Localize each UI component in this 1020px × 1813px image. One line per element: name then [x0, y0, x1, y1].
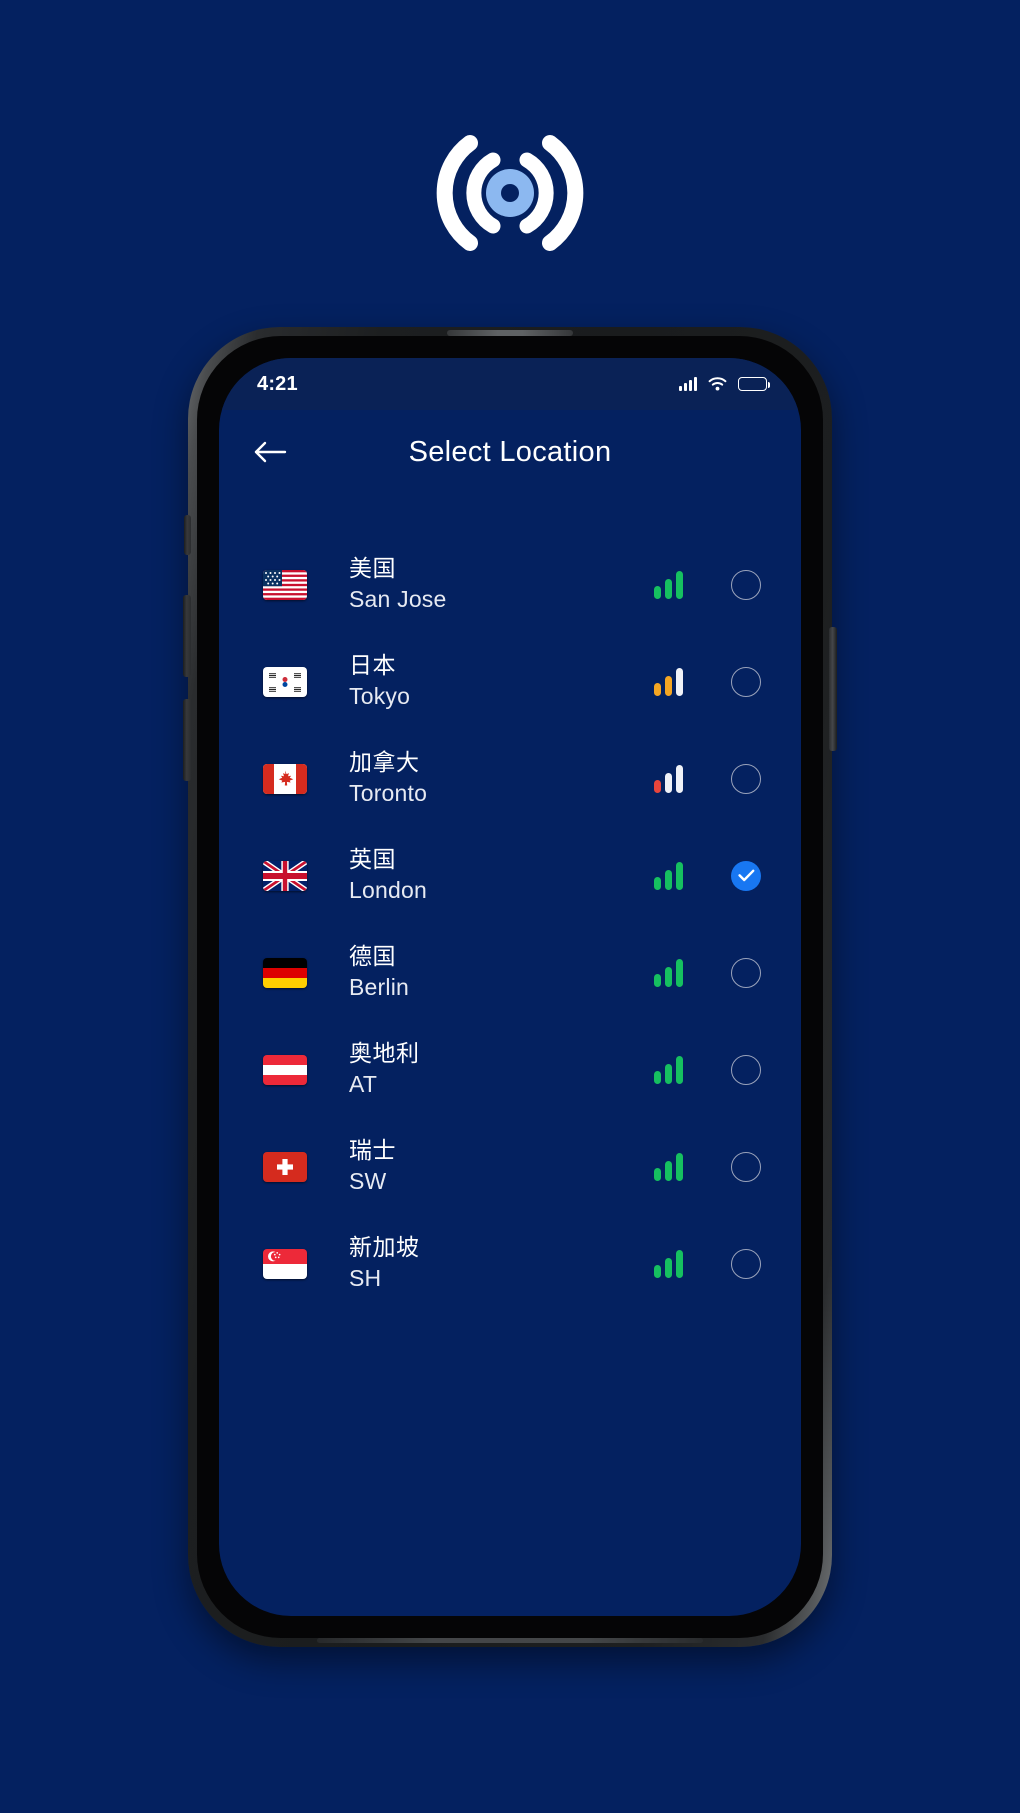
location-row-london[interactable]: 英国 London: [219, 827, 801, 924]
signal-strength-icon: [654, 1152, 683, 1181]
location-city: Berlin: [349, 974, 410, 1000]
location-city: SW: [349, 1168, 387, 1194]
wifi-icon: [708, 377, 727, 391]
location-radio-button[interactable]: [731, 1054, 761, 1085]
location-row-san-jose[interactable]: 美国 San Jose: [219, 536, 801, 633]
signal-strength-icon: [654, 1055, 683, 1084]
location-row-sw[interactable]: 瑞士 SW: [219, 1118, 801, 1215]
signal-strength-icon: [654, 667, 683, 696]
location-radio-button[interactable]: [731, 763, 761, 794]
location-country: 加拿大: [349, 750, 420, 777]
back-button[interactable]: [245, 427, 295, 477]
location-row-tokyo[interactable]: 日本 Tokyo: [219, 633, 801, 730]
location-city: AT: [349, 1071, 378, 1097]
battery-icon: [738, 377, 771, 391]
signal-strength-icon: [654, 764, 683, 793]
broadcast-signal-icon: [436, 135, 584, 251]
location-country: 瑞士: [349, 1138, 396, 1165]
brand-logo: [0, 108, 1020, 278]
austria-flag-icon: [263, 1054, 307, 1085]
phone-bezel: 4:21 Select Location 美国 San Jose 日本 Toky…: [197, 336, 823, 1638]
location-city: San Jose: [349, 586, 447, 612]
signal-strength-icon: [654, 570, 683, 599]
status-bar: 4:21: [219, 358, 801, 410]
signal-strength-icon: [654, 1249, 683, 1278]
us-flag-icon: [263, 569, 307, 600]
south-korea-flag-icon: [263, 666, 307, 697]
singapore-flag-icon: [263, 1248, 307, 1279]
volume-down-button[interactable]: [183, 699, 191, 781]
cellular-signal-icon: [679, 377, 697, 391]
location-radio-button[interactable]: [731, 957, 761, 988]
location-city: Toronto: [349, 780, 428, 806]
location-row-berlin[interactable]: 德国 Berlin: [219, 924, 801, 1021]
location-city: SH: [349, 1265, 382, 1291]
location-row-toronto[interactable]: 加拿大 Toronto: [219, 730, 801, 827]
status-icons: [679, 377, 771, 391]
location-labels: 德国 Berlin: [349, 944, 654, 1000]
phone-frame: 4:21 Select Location 美国 San Jose 日本 Toky…: [183, 327, 837, 1647]
location-list: 美国 San Jose 日本 Tokyo 加拿大 Toronto 英国 Lond…: [219, 494, 801, 1312]
location-country: 新加坡: [349, 1235, 420, 1262]
frame-seam: [316, 1638, 704, 1643]
signal-strength-icon: [654, 861, 683, 890]
location-city: Tokyo: [349, 683, 411, 709]
location-labels: 英国 London: [349, 847, 654, 903]
location-country: 德国: [349, 944, 396, 971]
phone-mockup: 4:21 Select Location 美国 San Jose 日本 Toky…: [183, 327, 837, 1647]
location-labels: 日本 Tokyo: [349, 653, 654, 709]
germany-flag-icon: [263, 957, 307, 988]
status-time: 4:21: [257, 372, 298, 395]
power-button[interactable]: [829, 627, 837, 751]
check-icon: [737, 869, 754, 882]
location-radio-button-selected[interactable]: [731, 860, 761, 891]
location-radio-button[interactable]: [731, 1151, 761, 1182]
location-labels: 瑞士 SW: [349, 1138, 654, 1194]
location-row-sh[interactable]: 新加坡 SH: [219, 1215, 801, 1312]
mute-switch-button[interactable]: [184, 515, 191, 555]
location-labels: 奥地利 AT: [349, 1041, 654, 1097]
volume-up-button[interactable]: [183, 595, 191, 677]
location-country: 英国: [349, 847, 396, 874]
location-country: 美国: [349, 556, 396, 583]
location-country: 日本: [349, 653, 396, 680]
location-radio-button[interactable]: [731, 666, 761, 697]
switzerland-flag-icon: [263, 1151, 307, 1182]
location-labels: 美国 San Jose: [349, 556, 654, 612]
page-title: Select Location: [408, 435, 612, 468]
signal-strength-icon: [654, 958, 683, 987]
phone-screen: 4:21 Select Location 美国 San Jose 日本 Toky…: [219, 358, 801, 1616]
app-header: Select Location: [219, 410, 801, 494]
location-city: London: [349, 877, 427, 903]
location-labels: 加拿大 Toronto: [349, 750, 654, 806]
location-row-at[interactable]: 奥地利 AT: [219, 1021, 801, 1118]
back-arrow-icon: [254, 441, 287, 463]
uk-flag-icon: [263, 860, 307, 891]
location-radio-button[interactable]: [731, 569, 761, 600]
location-labels: 新加坡 SH: [349, 1235, 654, 1291]
location-country: 奥地利: [349, 1041, 420, 1068]
location-radio-button[interactable]: [731, 1248, 761, 1279]
canada-flag-icon: [263, 763, 307, 794]
